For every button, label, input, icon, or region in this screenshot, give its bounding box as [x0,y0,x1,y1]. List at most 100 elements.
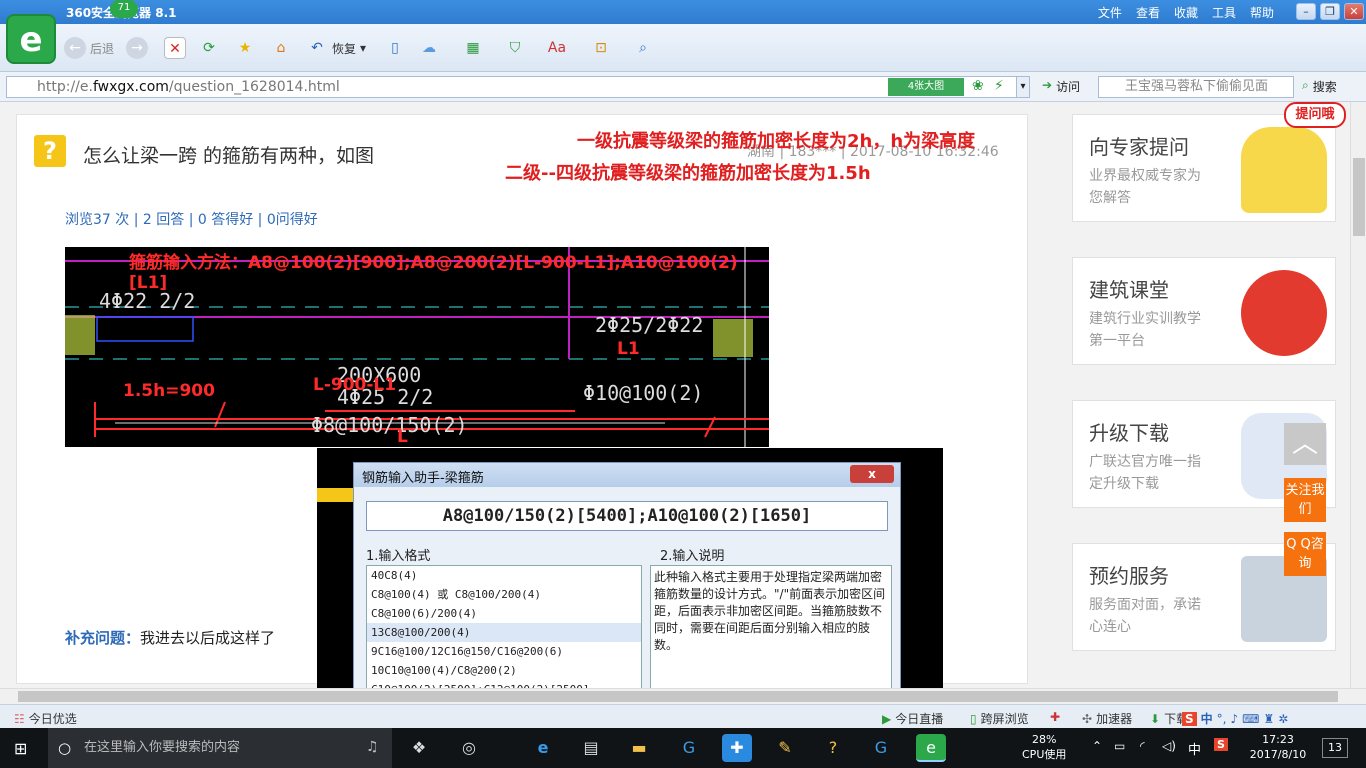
sidebar-card-classroom[interactable]: 建筑课堂 建筑行业实训教学第一平台 [1072,257,1336,365]
microphone-icon[interactable]: ♫ [366,739,379,755]
menu-help[interactable]: 帮助 [1250,4,1274,21]
rebar-input-field[interactable]: A8@100/150(2)[5400];A10@100(2)[1650] [366,501,888,531]
list-item[interactable]: C8@100(6)/200(4) [367,604,641,623]
vertical-scroll-thumb[interactable] [1353,158,1365,236]
accelerator[interactable]: ✣ 加速器 [1082,710,1132,727]
menu-bar: 文件 查看 收藏 工具 帮助 [1098,4,1274,21]
sidebar-card-title: 向专家提问 [1089,135,1189,159]
sogou-tray-icon[interactable]: S [1214,738,1228,751]
dialog-close-button[interactable]: x [850,465,894,483]
windows-start-icon[interactable]: ⊞ [14,739,27,758]
back-to-top-button[interactable]: ︿ [1284,423,1326,465]
cpu-meter[interactable]: 28% CPU使用 [1022,732,1066,762]
search-icon: ⌕ [1302,78,1309,92]
back-button[interactable]: ← 后退 [64,36,114,60]
app-g-icon[interactable]: G [674,734,704,762]
horizontal-scrollbar[interactable] [0,688,1366,704]
browser-app-icon[interactable]: ◎ [454,734,484,762]
app-g2-icon[interactable]: G [866,734,896,762]
forward-arrow-icon[interactable]: → [126,37,148,59]
volume-icon[interactable]: ◁) [1162,739,1176,753]
minimize-button[interactable]: – [1296,3,1316,20]
cross-screen[interactable]: ▯ 跨屏浏览 [970,710,1029,727]
sidebar-card-title: 升级下载 [1089,421,1169,445]
supplement-label: 补充问题： [65,629,141,647]
list-item[interactable]: 9C16@100/12C16@150/C16@200(6) [367,642,641,661]
stop-icon[interactable]: ✕ [164,37,186,59]
clock[interactable]: 17:23 2017/8/10 [1248,732,1308,762]
list-item-selected[interactable]: 13C8@100/200(4) [367,623,641,642]
ime-toolbar[interactable]: S 中 °, ♪ ⌨ ♜ ✲ [1182,710,1288,727]
menu-file[interactable]: 文件 [1098,4,1122,21]
taskbar-search[interactable]: 在这里输入你要搜索的内容 [48,728,392,768]
cad-label-l1: L1 [617,339,640,359]
follow-us-button[interactable]: 关注我们 [1284,478,1326,522]
favorite-star-icon[interactable]: ★ [234,37,256,59]
vertical-scrollbar[interactable] [1350,102,1366,688]
question-stats[interactable]: 浏览37 次 | 2 回答 | 0 答得好 | 0问得好 [65,209,318,229]
apps-icon[interactable]: ▦ [462,37,484,59]
lightning-icon[interactable]: ⚡ [994,78,1004,94]
cloud-icon[interactable]: ☁ [418,37,440,59]
ime-indicator[interactable]: 中 [1188,739,1201,758]
address-bar: http://e.fwxgx.com/question_1628014.html… [0,72,1366,102]
cpu-percent: 28% [1031,733,1057,746]
refresh-icon[interactable]: ⟳ [198,37,220,59]
menu-tools[interactable]: 工具 [1212,4,1236,21]
today-picks[interactable]: ☷ 今日优选 [14,710,77,727]
dialog-screenshot: 钢筋输入助手-梁箍筋 x A8@100/150(2)[5400];A10@100… [317,448,943,688]
list-item[interactable]: C8@100(4) 或 C8@100/200(4) [367,585,641,604]
today-live[interactable]: ▶ 今日直播 [882,710,943,727]
translate-icon[interactable]: Aa [546,37,568,59]
restore-button[interactable]: ↶ 恢复 ▾ [306,36,366,60]
title-bar: 360安全浏览器 8.1 文件 查看 收藏 工具 帮助 – ❐ ✕ [0,0,1366,24]
cross-screen-label: 跨屏浏览 [980,712,1029,726]
network-icon[interactable]: ▭ [1114,739,1125,753]
zoom-icon[interactable]: ⌕ [632,37,654,59]
ask-tip-badge[interactable]: 提问哦 [1284,102,1346,128]
accelerator-label: 加速器 [1096,712,1133,726]
tray-chevron-up-icon[interactable]: ⌃ [1092,739,1102,753]
url-field[interactable]: http://e.fwxgx.com/question_1628014.html [6,76,1030,98]
undo-icon: ↶ [311,40,323,56]
phone-icon: ▯ [970,711,977,726]
compat-icon[interactable]: ❀ [972,78,984,94]
browser-logo[interactable]: e [6,14,56,64]
browser-360-icon[interactable]: e [916,734,946,762]
maximize-button[interactable]: ❐ [1320,3,1340,20]
store-icon[interactable]: ▤ [576,734,606,762]
shield-icon[interactable]: ⛉ [504,37,526,59]
menu-view[interactable]: 查看 [1136,4,1160,21]
wifi-icon[interactable]: ◜ [1140,739,1145,753]
notes-icon[interactable]: ✎ [770,734,800,762]
search-input[interactable]: 王宝强马蓉私下偷偷见面 [1098,76,1294,98]
big-images-button[interactable]: 4张大图 [888,78,964,96]
qq-consult-button[interactable]: Q Q咨询 [1284,532,1326,576]
question-app-icon[interactable]: ? [818,734,848,762]
notification-center[interactable]: 13 [1322,738,1348,758]
task-view-icon[interactable]: ❖ [404,734,434,762]
tools-icon: ✲ [1278,711,1289,726]
back-label: 后退 [90,41,115,56]
search-button[interactable]: ⌕ 搜索 [1302,78,1337,95]
list-item[interactable]: 10C10@100(4)/C8@200(2) [367,661,641,680]
phone-icon[interactable]: ▯ [384,37,406,59]
list-item[interactable]: C10@100(2)[2500];C12@100(2)[2500] [367,680,641,688]
annotation-line-2: 二级--四级抗震等级梁的箍筋加密长度为1.5h [505,163,871,184]
edge-icon[interactable]: e [528,734,558,762]
app-plus-icon[interactable]: ✚ [722,734,752,762]
horizontal-scroll-thumb[interactable] [18,691,1338,702]
home-icon[interactable]: ⌂ [270,37,292,59]
close-window-button[interactable]: ✕ [1344,3,1364,20]
medical-icon[interactable]: ✚ [1050,710,1060,724]
menu-favorites[interactable]: 收藏 [1174,4,1198,21]
folder-icon[interactable]: ▬ [624,734,654,762]
visit-button[interactable]: ➔ 访问 [1042,78,1080,95]
sidebar-card-expert[interactable]: 向专家提问 业界最权威专家为您解答 [1072,114,1336,222]
visit-label: 访问 [1056,80,1081,94]
cad-rebar-right: 2Φ25/2Φ22 [595,313,704,337]
screenshot-icon[interactable]: ⊡ [590,37,612,59]
url-dropdown-icon[interactable]: ▾ [1016,76,1030,98]
format-list[interactable]: 40C8(4) C8@100(4) 或 C8@100/200(4) C8@100… [366,565,642,688]
list-item[interactable]: 40C8(4) [367,566,641,585]
